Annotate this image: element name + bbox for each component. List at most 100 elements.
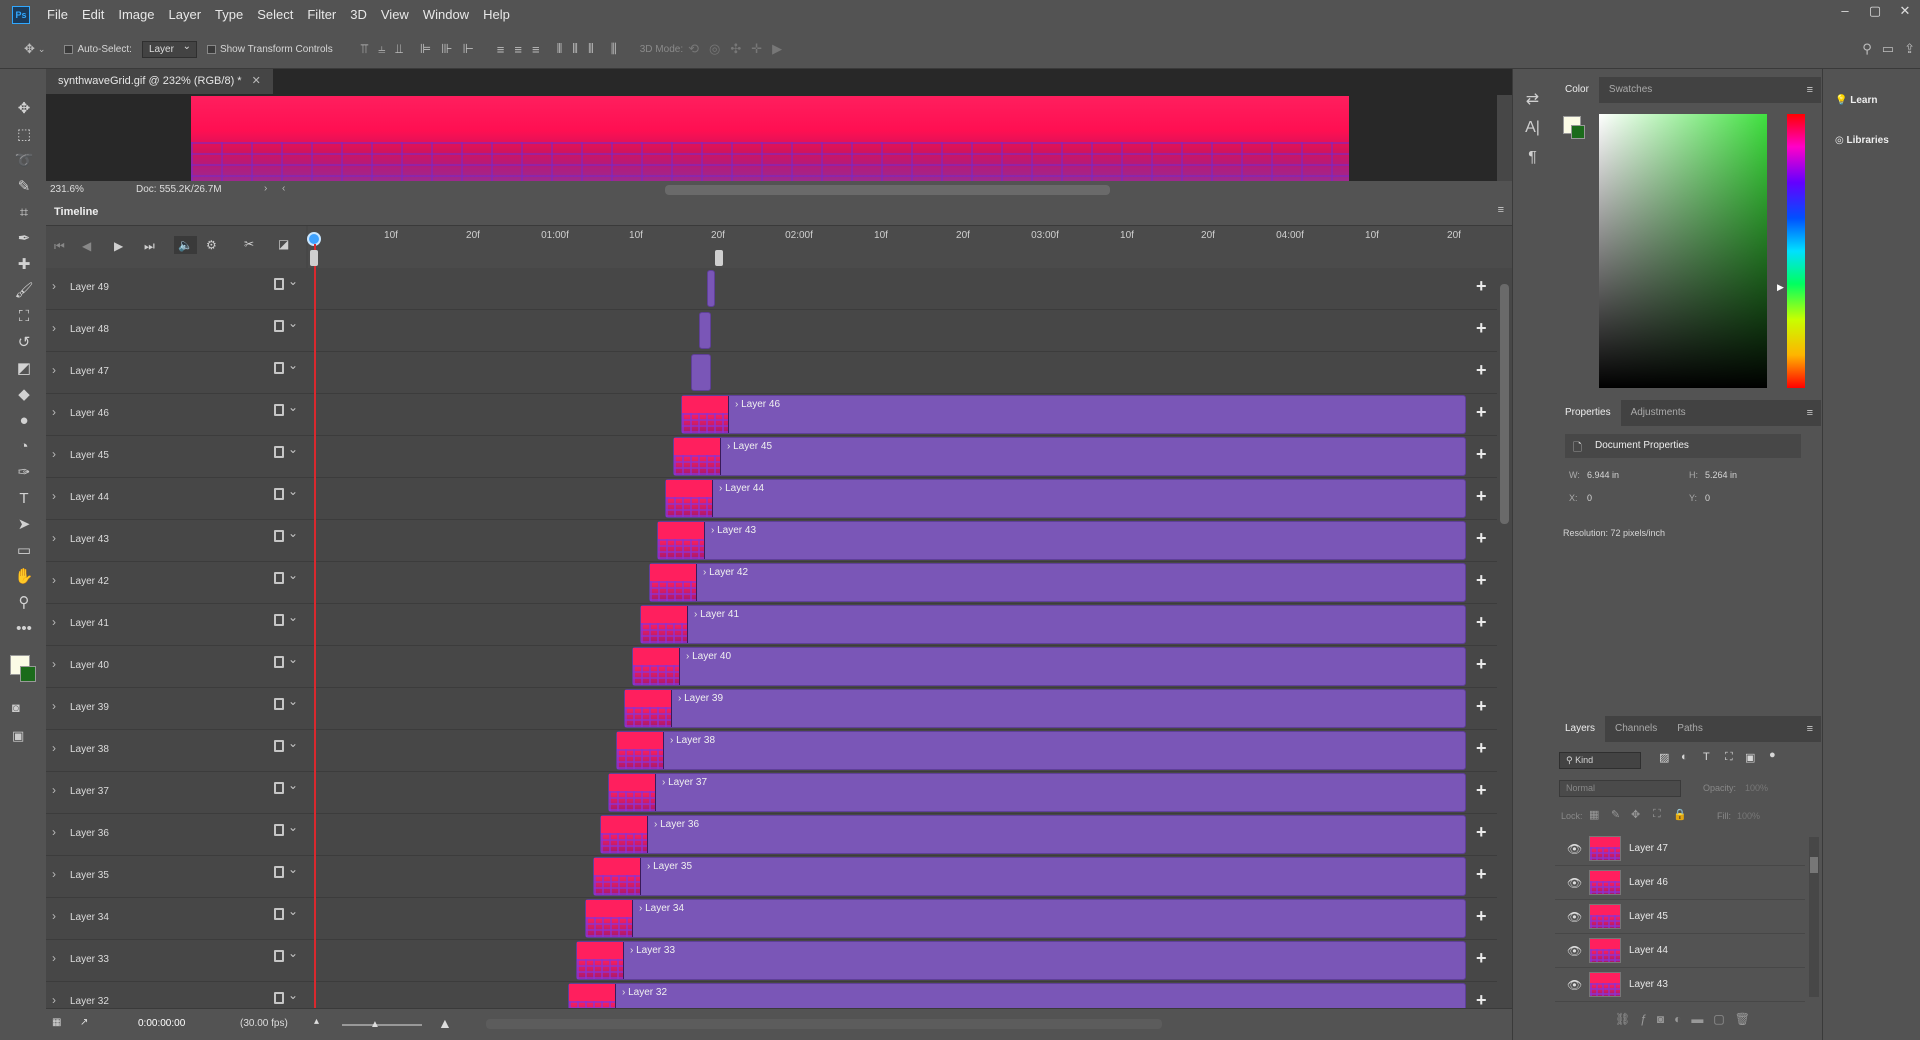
quick-mask-icon[interactable]: ◙	[12, 700, 20, 715]
first-frame-icon[interactable]: ⏮	[54, 239, 65, 254]
timeline-vertical-scrollbar[interactable]	[1497, 276, 1512, 1016]
link-layers-icon[interactable]: ⛓	[1615, 1012, 1640, 1026]
auto-select-checkbox[interactable]: Auto-Select:	[64, 43, 132, 55]
settings-gear-icon[interactable]: ⚙	[206, 238, 217, 252]
audio-icon[interactable]: 🔈	[174, 236, 197, 254]
add-media-icon[interactable]: +	[1476, 318, 1487, 339]
add-media-icon[interactable]: +	[1476, 276, 1487, 297]
video-clip[interactable]: Layer 37	[608, 773, 1466, 812]
align-hcenter-icon[interactable]: ⊪	[441, 41, 452, 57]
history-icon[interactable]: ⇄	[1513, 89, 1552, 119]
transition-icon[interactable]: ◪	[278, 237, 289, 251]
expand-chevron-icon[interactable]: ›	[52, 909, 56, 923]
expand-chevron-icon[interactable]: ›	[52, 279, 56, 293]
expand-chevron-icon[interactable]: ›	[52, 363, 56, 377]
align-vcenter-icon[interactable]: ⫨	[378, 41, 385, 57]
color-panel-menu-icon[interactable]: ≡	[1807, 77, 1821, 103]
eyedropper-tool-icon[interactable]: ✒	[10, 226, 38, 252]
menu-window[interactable]: Window	[416, 0, 476, 30]
tab-adjustments[interactable]: Adjustments	[1621, 400, 1696, 426]
zoom-out-icon[interactable]: ▴	[314, 1016, 319, 1027]
layers-scrollbar[interactable]	[1809, 837, 1819, 997]
zoom-level[interactable]: 231.6%	[50, 184, 84, 195]
expand-chevron-icon[interactable]: ›	[52, 657, 56, 671]
film-strip-icon[interactable]	[274, 610, 298, 626]
video-clip[interactable]: Layer 43	[657, 521, 1466, 560]
document-horizontal-scrollbar[interactable]	[665, 185, 1110, 195]
character-icon[interactable]: A|	[1513, 119, 1552, 149]
quick-select-tool-icon[interactable]: ✎	[10, 174, 38, 200]
tab-swatches[interactable]: Swatches	[1599, 77, 1662, 103]
zoom-in-icon[interactable]: ▲	[438, 1015, 452, 1031]
lock-position-icon[interactable]: ✥	[1631, 808, 1640, 821]
pen-tool-icon[interactable]: ✑	[10, 460, 38, 486]
lock-all-icon[interactable]: 🔒	[1673, 808, 1687, 821]
expand-chevron-icon[interactable]: ›	[52, 825, 56, 839]
path-select-tool-icon[interactable]: ➤	[10, 512, 38, 538]
expand-chevron-icon[interactable]: ›	[52, 321, 56, 335]
distribute-right-icon[interactable]: ⦀	[588, 41, 594, 57]
expand-chevron-icon[interactable]: ›	[52, 993, 56, 1007]
add-media-icon[interactable]: +	[1476, 738, 1487, 759]
add-mask-icon[interactable]: ◙	[1657, 1012, 1674, 1026]
prev-frame-icon[interactable]: ◀	[82, 239, 91, 253]
history-brush-tool-icon[interactable]: ↺	[10, 330, 38, 356]
render-video-icon[interactable]: ↗	[80, 1017, 88, 1028]
film-strip-icon[interactable]	[274, 862, 298, 878]
align-bottom-icon[interactable]: ⫫	[395, 41, 402, 57]
background-color-swatch[interactable]	[20, 666, 36, 682]
add-media-icon[interactable]: +	[1476, 654, 1487, 675]
distribute-top-icon[interactable]: ≡	[497, 42, 505, 57]
lock-image-icon[interactable]: ✎	[1611, 808, 1620, 821]
search-icon[interactable]: ⚲	[1862, 41, 1872, 57]
film-strip-icon[interactable]	[274, 358, 298, 374]
blend-mode-dropdown[interactable]: Normal	[1559, 780, 1681, 797]
expand-chevron-icon[interactable]: ›	[52, 951, 56, 965]
align-right-icon[interactable]: ⊩	[462, 41, 473, 57]
menu-view[interactable]: View	[374, 0, 416, 30]
document-tab[interactable]: synthwaveGrid.gif @ 232% (RGB/8) * ✕	[46, 69, 273, 94]
document-vertical-scrollbar[interactable]	[1497, 95, 1512, 181]
paint-bucket-tool-icon[interactable]: ◆	[10, 382, 38, 408]
expand-chevron-icon[interactable]: ›	[52, 489, 56, 503]
align-left-icon[interactable]: ⊫	[420, 41, 431, 57]
delete-layer-icon[interactable]: 🗑	[1735, 1012, 1760, 1026]
menu-help[interactable]: Help	[476, 0, 517, 30]
zoom-tool-icon[interactable]: ⚲	[10, 590, 38, 616]
menu-edit[interactable]: Edit	[75, 0, 111, 30]
video-clip[interactable]: Layer 42	[649, 563, 1466, 602]
menu-image[interactable]: Image	[111, 0, 161, 30]
properties-panel-menu-icon[interactable]: ≡	[1807, 400, 1821, 426]
film-strip-icon[interactable]	[274, 526, 298, 542]
lock-transparent-icon[interactable]: ▦	[1589, 808, 1599, 821]
paragraph-icon[interactable]: ¶	[1513, 149, 1552, 179]
move-tool-icon[interactable]: ✥	[10, 96, 38, 122]
timeline-menu-icon[interactable]: ≡	[1498, 204, 1504, 216]
convert-to-frame-animation-icon[interactable]: ▦	[52, 1017, 61, 1028]
lock-artboard-icon[interactable]: ⛶	[1653, 808, 1661, 821]
film-strip-icon[interactable]	[274, 820, 298, 836]
video-clip[interactable]: Layer 44	[665, 479, 1466, 518]
visibility-eye-icon[interactable]: 👁	[1567, 842, 1582, 856]
screen-mode-icon[interactable]: ▣	[12, 728, 24, 744]
learn-button[interactable]: 💡 Learn	[1823, 81, 1920, 121]
zoom-slider[interactable]	[342, 1024, 422, 1026]
timeline-horizontal-scrollbar[interactable]	[486, 1019, 1162, 1029]
width-value[interactable]: 6.944 in	[1587, 470, 1619, 480]
dodge-tool-icon[interactable]: ◔	[10, 434, 38, 460]
document-canvas[interactable]	[191, 96, 1349, 182]
fx-icon[interactable]: ƒ	[1640, 1012, 1657, 1026]
expand-chevron-icon[interactable]: ›	[52, 867, 56, 881]
blur-tool-icon[interactable]: ●	[10, 408, 38, 434]
film-strip-icon[interactable]	[274, 484, 298, 500]
height-value[interactable]: 5.264 in	[1705, 470, 1737, 480]
add-media-icon[interactable]: +	[1476, 528, 1487, 549]
marquee-tool-icon[interactable]: ⬚	[10, 122, 38, 148]
distribute-hcenter-icon[interactable]: ⦀	[572, 41, 578, 57]
add-media-icon[interactable]: +	[1476, 402, 1487, 423]
video-clip[interactable]: Layer 38	[616, 731, 1466, 770]
libraries-button[interactable]: ◎ Libraries	[1823, 121, 1920, 161]
play-icon[interactable]: ▶	[114, 239, 123, 253]
short-clip[interactable]	[699, 312, 711, 349]
distribute-left-icon[interactable]: ⦀	[557, 41, 563, 57]
